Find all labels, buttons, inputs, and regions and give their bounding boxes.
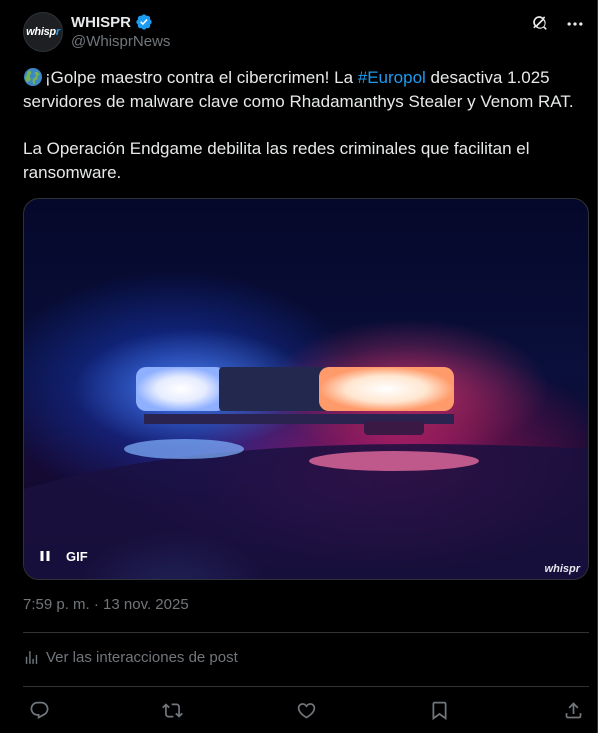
globe-emoji-icon <box>24 68 42 86</box>
avatar[interactable]: whispr <box>23 12 63 52</box>
more-icon[interactable] <box>563 12 587 36</box>
author-name-row: WHISPR <box>71 13 153 31</box>
view-analytics-link[interactable]: Ver las interacciones de post <box>23 649 238 666</box>
police-lightbar-image <box>24 319 588 579</box>
hashtag-link[interactable]: #Europol <box>358 68 426 87</box>
like-button[interactable] <box>290 697 322 723</box>
author-display-name[interactable]: WHISPR <box>71 14 131 31</box>
gif-badge: GIF <box>66 548 88 564</box>
divider <box>23 632 589 633</box>
media-gif[interactable]: GIF whispr <box>23 198 589 580</box>
post-paragraph-2: La Operación Endgame debilita las redes … <box>23 139 530 182</box>
share-icon <box>565 701 581 718</box>
post-detail: whispr WHISPR @WhisprNews ¡Golpe maestro… <box>0 0 598 733</box>
verified-badge-icon[interactable] <box>135 13 153 31</box>
bookmark-icon <box>432 701 447 720</box>
top-actions <box>529 12 587 36</box>
gif-controls: GIF <box>36 547 88 565</box>
pause-icon[interactable] <box>36 547 54 565</box>
share-button[interactable] <box>557 697 589 723</box>
like-icon <box>297 702 315 719</box>
post-paragraph-1: ¡Golpe maestro contra el cibercrimen! La… <box>23 68 574 111</box>
analytics-icon <box>25 651 38 664</box>
grok-icon[interactable] <box>529 12 553 36</box>
analytics-label: Ver las interacciones de post <box>46 649 238 666</box>
reply-button[interactable] <box>23 697 55 723</box>
media-watermark: whispr <box>544 563 580 575</box>
post-timestamp[interactable]: 7:59 p. m. · 13 nov. 2025 <box>23 596 189 613</box>
action-bar <box>23 697 589 723</box>
bookmark-button[interactable] <box>424 697 456 723</box>
divider <box>23 686 589 687</box>
repost-button[interactable] <box>157 697 189 723</box>
post-text: ¡Golpe maestro contra el cibercrimen! La… <box>23 66 589 185</box>
avatar-logo: whispr <box>26 26 60 38</box>
author-handle[interactable]: @WhisprNews <box>71 33 170 50</box>
reply-icon <box>30 701 48 719</box>
repost-icon <box>162 702 183 718</box>
